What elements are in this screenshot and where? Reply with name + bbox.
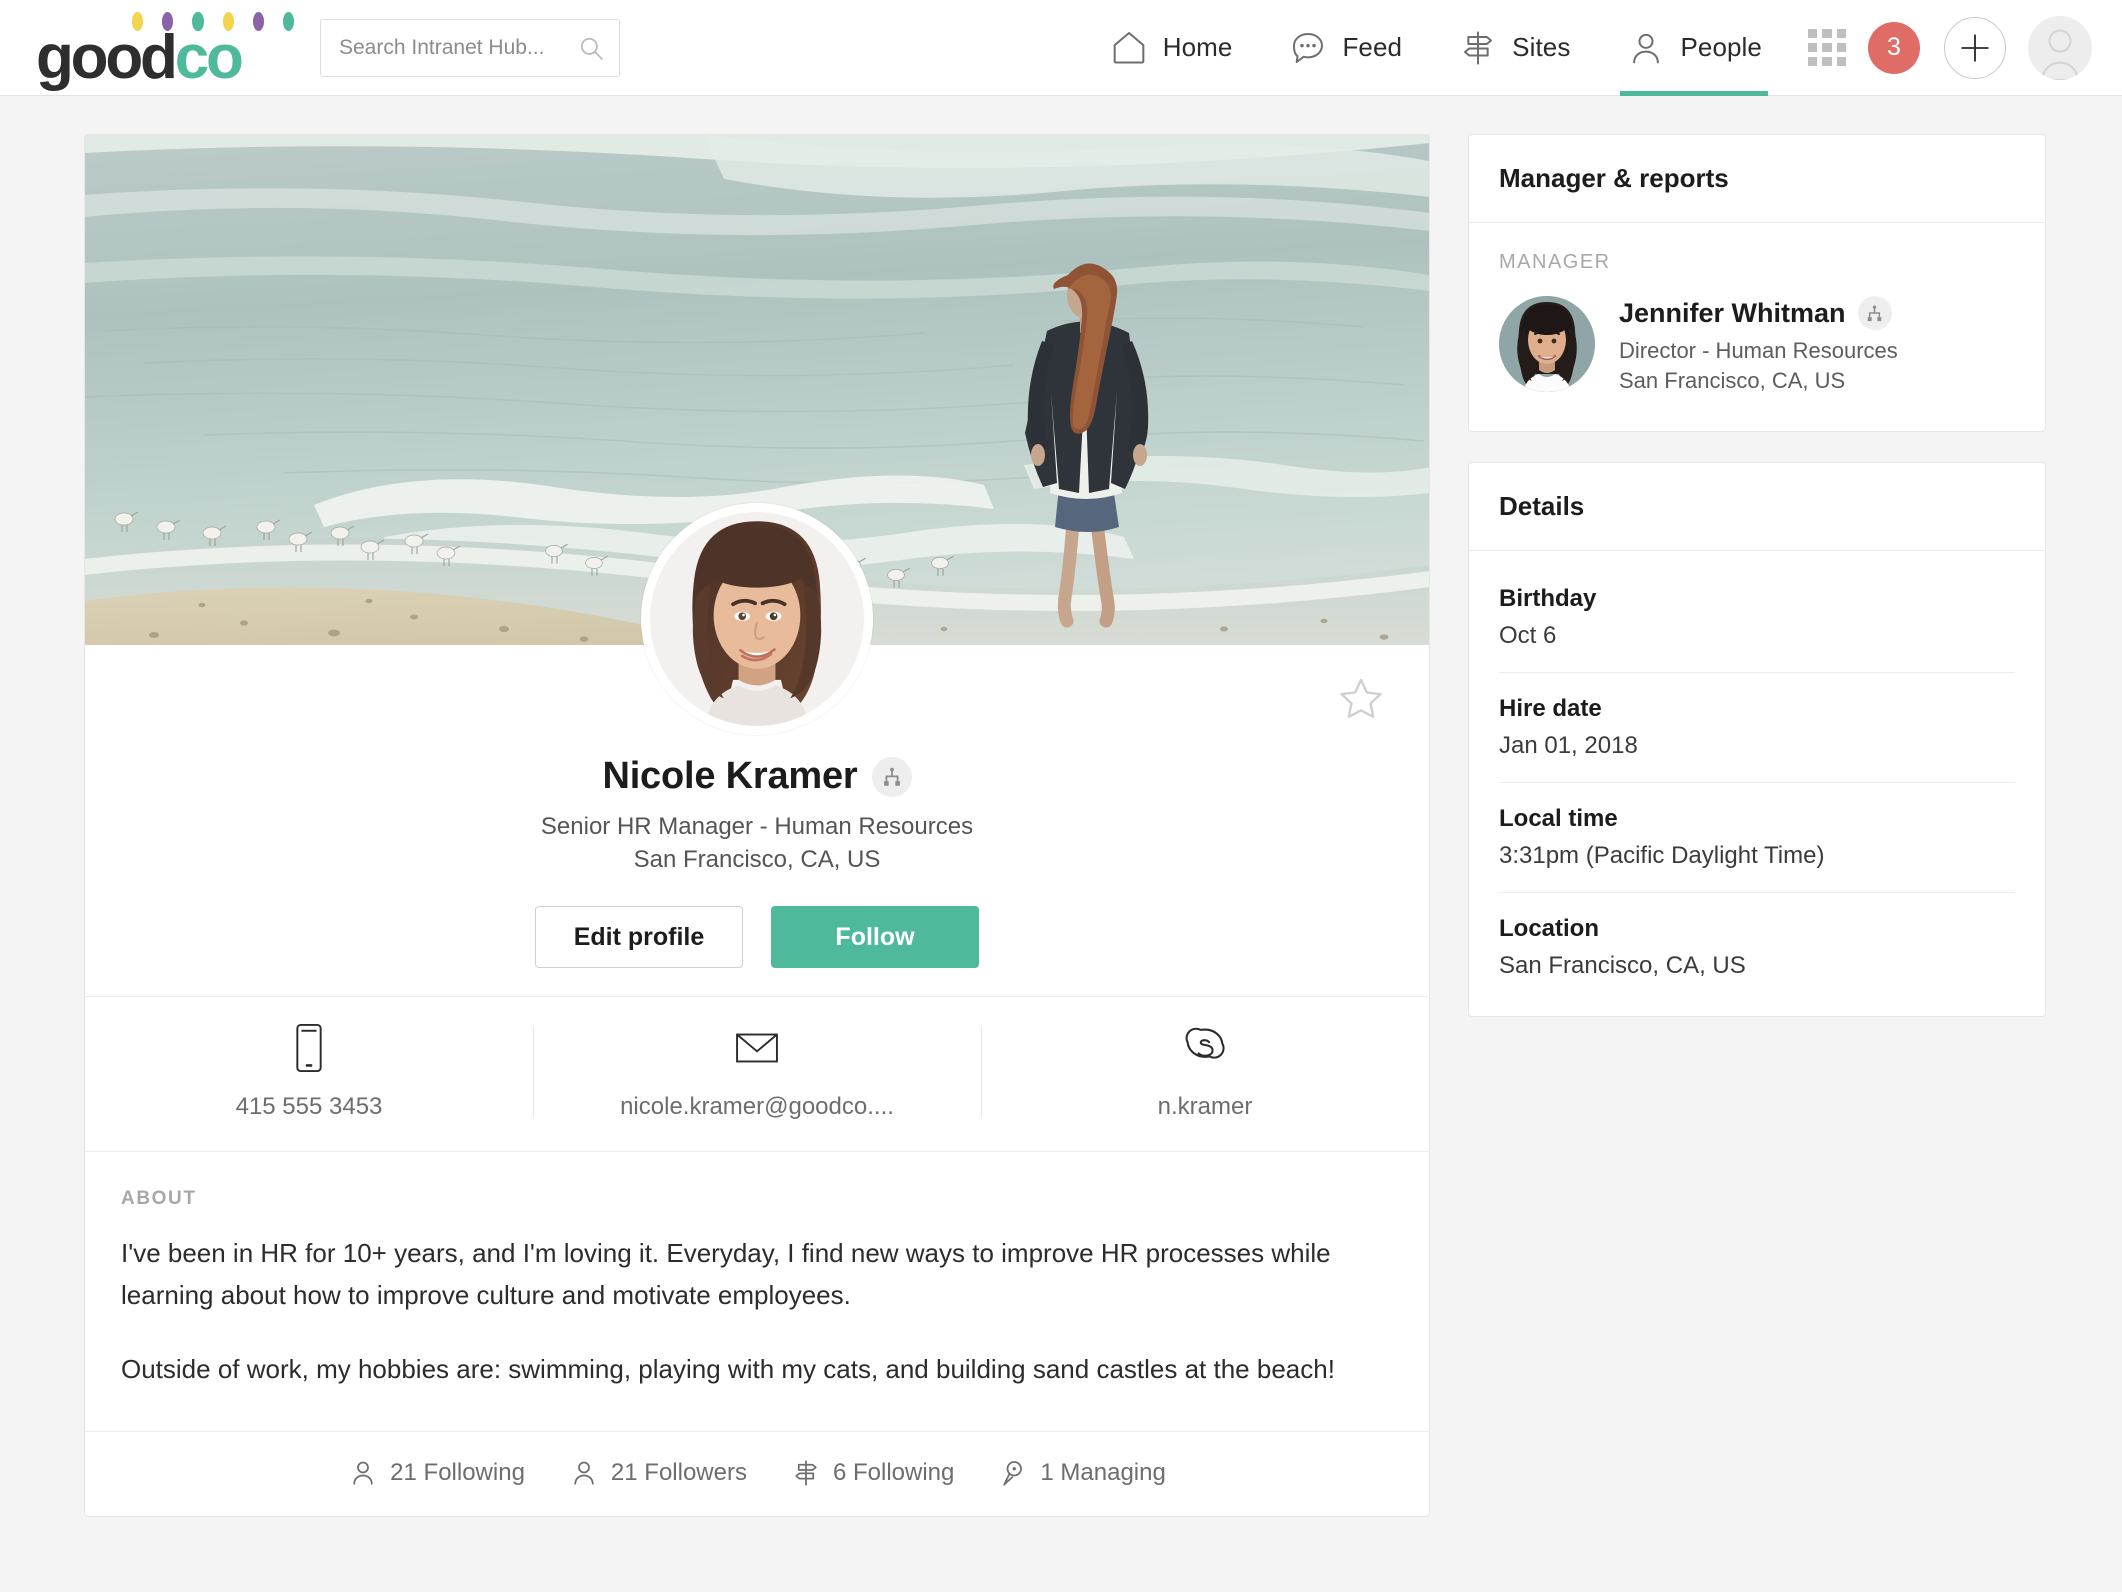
detail-key: Birthday bbox=[1499, 584, 1597, 612]
contact-strip: 415 555 3453 nicole.kramer@goodco.... n.… bbox=[85, 996, 1429, 1151]
nav-label-feed: Feed bbox=[1342, 32, 1403, 62]
manager-info: Jennifer Whitman Director - Human Resour… bbox=[1619, 296, 1898, 397]
people-icon bbox=[1633, 33, 1660, 63]
stat-label: 6 Following bbox=[832, 1458, 955, 1486]
manager-job-title: Director - Human Resources bbox=[1619, 338, 1898, 363]
nicole-kramer-avatar bbox=[650, 512, 864, 726]
follow-button[interactable]: Follow bbox=[771, 906, 979, 969]
page-title: Nicole Kramer bbox=[602, 755, 858, 797]
manager-entry[interactable]: Jennifer Whitman Director - Human Resour… bbox=[1499, 296, 2015, 397]
home-icon bbox=[1113, 31, 1145, 63]
sites-icon bbox=[795, 1459, 817, 1486]
manager-panel-body: MANAGER Jennifer Whitman Director - Huma… bbox=[1469, 223, 2045, 431]
plus-icon bbox=[1961, 33, 1989, 62]
sidebar-column: Manager & reports MANAGER Jennifer Whitm… bbox=[1468, 134, 2046, 1592]
stat-label: 1 Managing bbox=[1040, 1458, 1166, 1486]
org-chart-icon[interactable] bbox=[871, 756, 912, 797]
contact-phone[interactable]: 415 555 3453 bbox=[85, 1023, 533, 1121]
feed-icon bbox=[1293, 32, 1324, 63]
manager-name: Jennifer Whitman bbox=[1619, 297, 1846, 328]
mobile-phone-icon bbox=[292, 1023, 326, 1073]
nav-item-home[interactable]: Home bbox=[1081, 0, 1261, 96]
detail-value: Jan 01, 2018 bbox=[1499, 731, 1638, 759]
logo-dot bbox=[252, 11, 264, 31]
profile-stats-row: 21 Following 21 Followers 6 Following 1 … bbox=[85, 1430, 1429, 1516]
person-icon bbox=[353, 1461, 373, 1485]
favorite-star-icon[interactable] bbox=[1335, 673, 1387, 725]
nav-label-sites: Sites bbox=[1512, 32, 1571, 62]
logo-text-co: co bbox=[174, 22, 244, 92]
detail-value: San Francisco, CA, US bbox=[1499, 951, 1746, 979]
detail-row-birthday: Birthday Oct 6 bbox=[1499, 579, 2015, 673]
search-box[interactable] bbox=[320, 18, 620, 77]
details-panel-body: Birthday Oct 6 Hire date Jan 01, 2018 Lo… bbox=[1469, 551, 2045, 1016]
envelope-icon bbox=[735, 1023, 779, 1073]
page-body: Nicole Kramer Senior HR Manager - Human … bbox=[0, 96, 2122, 1592]
jennifer-whitman-avatar bbox=[1499, 296, 1595, 392]
about-section: ABOUT I've been in HR for 10+ years, and… bbox=[85, 1151, 1429, 1430]
manager-avatar[interactable] bbox=[1499, 296, 1595, 392]
skype-icon bbox=[1183, 1023, 1227, 1073]
about-paragraph: I've been in HR for 10+ years, and I'm l… bbox=[121, 1238, 1331, 1311]
nav-right-tools: 3 bbox=[1808, 0, 2092, 96]
notification-badge[interactable]: 3 bbox=[1868, 21, 1920, 74]
account-avatar-icon[interactable] bbox=[2028, 15, 2092, 80]
stat-label: 21 Following bbox=[390, 1458, 525, 1486]
contact-skype-value: n.kramer bbox=[1157, 1093, 1253, 1121]
main-column: Nicole Kramer Senior HR Manager - Human … bbox=[84, 134, 1430, 1592]
manager-section-label: MANAGER bbox=[1499, 251, 1611, 273]
profile-card: Nicole Kramer Senior HR Manager - Human … bbox=[84, 134, 1430, 1517]
stat-label: 21 Followers bbox=[610, 1458, 747, 1486]
nav-label-people: People bbox=[1680, 32, 1762, 62]
profile-job-title: Senior HR Manager - Human Resources bbox=[540, 813, 974, 840]
detail-row-location: Location San Francisco, CA, US bbox=[1499, 893, 2015, 982]
stat-following-sites[interactable]: 6 Following bbox=[791, 1458, 954, 1488]
contact-skype[interactable]: n.kramer bbox=[981, 1023, 1429, 1121]
managing-icon bbox=[1003, 1460, 1023, 1485]
create-button[interactable] bbox=[1944, 16, 2006, 79]
account-avatar-glyph bbox=[2041, 28, 2079, 80]
person-icon bbox=[574, 1461, 594, 1485]
manager-reports-panel: Manager & reports MANAGER Jennifer Whitm… bbox=[1468, 134, 2046, 432]
stat-followers[interactable]: 21 Followers bbox=[569, 1458, 747, 1488]
profile-avatar[interactable] bbox=[641, 503, 873, 735]
stat-managing[interactable]: 1 Managing bbox=[998, 1458, 1166, 1488]
search-input[interactable] bbox=[320, 18, 620, 77]
manager-panel-title: Manager & reports bbox=[1469, 135, 2045, 223]
nav-label-home: Home bbox=[1162, 32, 1233, 62]
nav-item-people[interactable]: People bbox=[1598, 0, 1790, 96]
profile-header: Nicole Kramer Senior HR Manager - Human … bbox=[85, 503, 1429, 997]
contact-email[interactable]: nicole.kramer@goodco.... bbox=[533, 1023, 981, 1121]
about-paragraph: Outside of work, my hobbies are: swimmin… bbox=[121, 1354, 1335, 1385]
top-navigation-bar: goodco Home Feed bbox=[0, 0, 2122, 96]
apps-grid-icon[interactable] bbox=[1808, 28, 1846, 67]
sites-icon bbox=[1464, 30, 1493, 65]
detail-row-local-time: Local time 3:31pm (Pacific Daylight Time… bbox=[1499, 783, 2015, 893]
details-panel-title: Details bbox=[1469, 463, 2045, 551]
stat-following-people[interactable]: 21 Following bbox=[348, 1458, 525, 1488]
logo-wordmark: goodco bbox=[36, 26, 294, 88]
detail-value: 3:31pm (Pacific Daylight Time) bbox=[1499, 841, 1825, 869]
nav-item-feed[interactable]: Feed bbox=[1260, 0, 1430, 96]
details-panel: Details Birthday Oct 6 Hire date Jan 01,… bbox=[1468, 461, 2046, 1017]
manager-name-row: Jennifer Whitman bbox=[1619, 296, 1898, 330]
main-nav: Home Feed Sites People 3 bbox=[1081, 0, 2092, 96]
manager-location: San Francisco, CA, US bbox=[1619, 368, 1846, 394]
detail-key: Location bbox=[1499, 914, 1599, 942]
org-chart-icon[interactable] bbox=[1857, 296, 1892, 330]
detail-value: Oct 6 bbox=[1499, 621, 1557, 649]
profile-action-buttons: Edit profile Follow bbox=[85, 906, 1429, 969]
brand-logo[interactable]: goodco bbox=[36, 11, 295, 88]
profile-location: San Francisco, CA, US bbox=[633, 846, 881, 874]
detail-key: Hire date bbox=[1499, 694, 1602, 722]
detail-row-hire-date: Hire date Jan 01, 2018 bbox=[1499, 673, 2015, 783]
detail-key: Local time bbox=[1499, 804, 1618, 832]
logo-text-good: good bbox=[36, 22, 178, 92]
contact-email-value: nicole.kramer@goodco.... bbox=[620, 1093, 894, 1121]
nav-item-sites[interactable]: Sites bbox=[1430, 0, 1598, 96]
edit-profile-button[interactable]: Edit profile bbox=[535, 906, 743, 969]
about-label: ABOUT bbox=[121, 1188, 197, 1210]
logo-dot bbox=[282, 11, 295, 31]
contact-phone-value: 415 555 3453 bbox=[235, 1093, 383, 1121]
